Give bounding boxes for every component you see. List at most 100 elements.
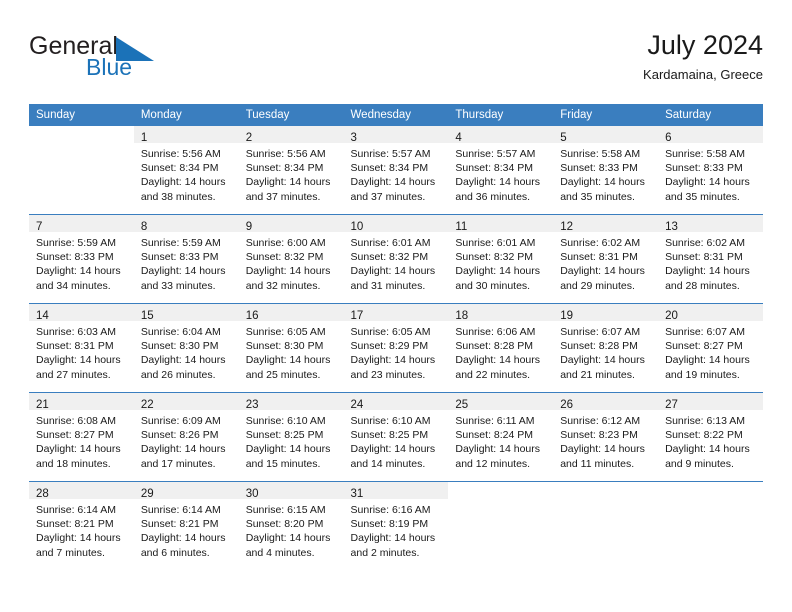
calendar-day-cell[interactable]: 16 Sunrise: 6:05 AM Sunset: 8:30 PM Dayligh… <box>238 303 344 393</box>
brand-logo[interactable]: General Blue <box>29 32 249 88</box>
daylight-text: Daylight: 14 hours <box>350 354 436 367</box>
calendar-day-cell[interactable]: 17 Sunrise: 6:05 AM Sunset: 8:29 PM Dayligh… <box>343 303 449 393</box>
day-number: 5 <box>560 132 567 144</box>
sunrise-text: Sunrise: 6:02 AM <box>665 237 746 249</box>
day-detail-block: Sunrise: 6:15 AM Sunset: 8:20 PM Daylight:… <box>239 499 344 560</box>
day-number: 1 <box>140 132 148 144</box>
calendar-day-cell[interactable]: 28 Sunrise: 6:14 AM Sunset: 8:21 PM Dayligh… <box>29 481 134 570</box>
day-number: 26 <box>560 399 574 411</box>
sunrise-text: Sunrise: 5:58 AM <box>665 148 746 160</box>
calendar-day-cell[interactable]: 1 Sunrise: 5:56 AM Sunset: 8:34 PM Daylight… <box>133 126 239 215</box>
calendar-day-cell[interactable]: 3 Sunrise: 5:57 AM Sunset: 8:34 PM Daylight… <box>343 126 449 215</box>
sunset-text: Sunset: 8:31 PM <box>665 251 743 264</box>
daylight-minutes-text: and 22 minutes. <box>455 368 531 381</box>
sunset-text: Sunset: 8:23 PM <box>560 429 638 442</box>
calendar-day-cell[interactable]: 19 Sunrise: 6:07 AM Sunset: 8:28 PM Dayligh… <box>553 303 659 393</box>
day-number-band: 26 <box>553 393 659 411</box>
sunset-text: Sunset: 8:22 PM <box>665 429 743 442</box>
calendar-day-cell[interactable]: 31 Sunrise: 6:16 AM Sunset: 8:19 PM Dayligh… <box>343 481 449 570</box>
day-detail-block: Sunrise: 6:03 AM Sunset: 8:31 PM Daylight:… <box>29 321 134 382</box>
calendar-day-cell[interactable]: 5 Sunrise: 5:58 AM Sunset: 8:33 PM Daylight… <box>553 126 659 215</box>
calendar-day-cell[interactable]: 10 Sunrise: 6:01 AM Sunset: 8:32 PM Dayligh… <box>343 214 449 304</box>
day-number-band: 22 <box>133 393 239 411</box>
calendar-day-cell[interactable]: 9 Sunrise: 6:00 AM Sunset: 8:32 PM Daylight… <box>238 214 344 304</box>
weekday-header-wednesday: Wednesday <box>343 104 449 126</box>
sunrise-text: Sunrise: 6:10 AM <box>245 415 326 427</box>
day-number: 30 <box>245 488 259 500</box>
calendar-day-cell[interactable]: 6 Sunrise: 5:58 AM Sunset: 8:33 PM Daylight… <box>658 126 763 215</box>
calendar-day-cell[interactable]: 21 Sunrise: 6:08 AM Sunset: 8:27 PM Dayligh… <box>29 392 134 482</box>
calendar-day-cell[interactable]: 12 Sunrise: 6:02 AM Sunset: 8:31 PM Dayligh… <box>553 214 659 304</box>
daylight-text: Daylight: 14 hours <box>350 532 436 545</box>
calendar-day-cell[interactable]: 29 Sunrise: 6:14 AM Sunset: 8:21 PM Dayligh… <box>133 481 239 570</box>
calendar-day-cell[interactable]: 24 Sunrise: 6:10 AM Sunset: 8:25 PM Dayligh… <box>343 392 449 482</box>
daylight-text: Daylight: 14 hours <box>350 443 436 456</box>
day-detail-block: Sunrise: 6:01 AM Sunset: 8:32 PM Daylight:… <box>344 232 449 293</box>
sunrise-text: Sunrise: 5:57 AM <box>350 148 431 160</box>
day-number-band: 9 <box>238 215 344 233</box>
day-detail-block: Sunrise: 6:05 AM Sunset: 8:30 PM Daylight:… <box>239 321 344 382</box>
calendar-day-cell-empty <box>29 126 134 215</box>
daylight-text: Daylight: 14 hours <box>140 265 226 278</box>
sunset-text: Sunset: 8:28 PM <box>455 340 534 353</box>
calendar-day-cell[interactable]: 11 Sunrise: 6:01 AM Sunset: 8:32 PM Dayligh… <box>448 214 554 304</box>
sunset-text: Sunset: 8:32 PM <box>455 251 534 264</box>
calendar-day-cell[interactable]: 26 Sunrise: 6:12 AM Sunset: 8:23 PM Dayligh… <box>553 392 659 482</box>
calendar-day-cell[interactable]: 15 Sunrise: 6:04 AM Sunset: 8:30 PM Dayligh… <box>133 303 239 393</box>
day-detail-block <box>658 499 763 503</box>
calendar-day-cell[interactable]: 23 Sunrise: 6:10 AM Sunset: 8:25 PM Dayligh… <box>238 392 344 482</box>
calendar-day-cell[interactable]: 8 Sunrise: 5:59 AM Sunset: 8:33 PM Daylight… <box>133 214 239 304</box>
daylight-text: Daylight: 14 hours <box>36 532 121 545</box>
calendar-day-cell[interactable]: 13 Sunrise: 6:02 AM Sunset: 8:31 PM Dayligh… <box>658 214 763 304</box>
day-number-band: 27 <box>658 393 763 411</box>
daylight-minutes-text: and 7 minutes. <box>36 546 105 559</box>
day-number-band: 13 <box>658 215 763 233</box>
daylight-text: Daylight: 14 hours <box>140 176 226 189</box>
calendar-day-cell[interactable]: 2 Sunrise: 5:56 AM Sunset: 8:34 PM Daylight… <box>238 126 344 215</box>
day-detail-block: Sunrise: 6:16 AM Sunset: 8:19 PM Daylight:… <box>344 499 449 560</box>
day-detail-block <box>29 143 134 147</box>
daylight-minutes-text: and 2 minutes. <box>350 546 420 559</box>
daylight-text: Daylight: 14 hours <box>350 265 436 278</box>
sunset-text: Sunset: 8:34 PM <box>350 162 429 175</box>
calendar-day-cell[interactable]: 14 Sunrise: 6:03 AM Sunset: 8:31 PM Dayligh… <box>29 303 134 393</box>
calendar-day-cell[interactable]: 20 Sunrise: 6:07 AM Sunset: 8:27 PM Dayligh… <box>658 303 763 393</box>
sunset-text: Sunset: 8:27 PM <box>665 340 743 353</box>
sunrise-text: Sunrise: 5:59 AM <box>140 237 221 249</box>
daylight-minutes-text: and 34 minutes. <box>36 279 111 292</box>
day-detail-block <box>553 499 658 503</box>
page-title: July 2024 <box>647 30 763 60</box>
sunrise-text: Sunrise: 6:03 AM <box>36 326 116 338</box>
calendar-day-cell[interactable]: 30 Sunrise: 6:15 AM Sunset: 8:20 PM Dayligh… <box>238 481 344 570</box>
day-number: 19 <box>560 310 574 322</box>
daylight-minutes-text: and 19 minutes. <box>665 368 740 381</box>
daylight-text: Daylight: 14 hours <box>36 265 121 278</box>
day-number-band: 18 <box>448 304 554 322</box>
daylight-text: Daylight: 14 hours <box>245 443 331 456</box>
day-detail-block: Sunrise: 5:57 AM Sunset: 8:34 PM Daylight:… <box>344 143 449 204</box>
sunrise-text: Sunrise: 6:01 AM <box>350 237 431 249</box>
calendar-day-cell[interactable]: 18 Sunrise: 6:06 AM Sunset: 8:28 PM Dayligh… <box>448 303 554 393</box>
calendar-day-cell[interactable]: 4 Sunrise: 5:57 AM Sunset: 8:34 PM Daylight… <box>448 126 554 215</box>
weekday-header-thursday: Thursday <box>448 104 554 126</box>
day-number-band: 2 <box>238 126 344 144</box>
day-detail-block: Sunrise: 6:02 AM Sunset: 8:31 PM Daylight:… <box>658 232 763 293</box>
sunset-text: Sunset: 8:33 PM <box>560 162 638 175</box>
day-number-band: 11 <box>448 215 554 233</box>
calendar-day-cell[interactable]: 22 Sunrise: 6:09 AM Sunset: 8:26 PM Dayligh… <box>133 392 239 482</box>
calendar-day-cell[interactable]: 25 Sunrise: 6:11 AM Sunset: 8:24 PM Dayligh… <box>448 392 554 482</box>
day-number: 27 <box>665 399 678 411</box>
day-number-band: 6 <box>658 126 763 144</box>
daylight-minutes-text: and 9 minutes. <box>665 457 734 470</box>
calendar-day-cell[interactable]: 7 Sunrise: 5:59 AM Sunset: 8:33 PM Daylight… <box>29 214 134 304</box>
brand-name-blue: Blue <box>86 54 133 80</box>
day-number-band: 7 <box>29 215 134 233</box>
daylight-minutes-text: and 18 minutes. <box>36 457 111 470</box>
sunrise-text: Sunrise: 6:05 AM <box>245 326 326 338</box>
day-detail-block: Sunrise: 6:11 AM Sunset: 8:24 PM Daylight:… <box>448 410 553 471</box>
day-detail-block: Sunrise: 5:59 AM Sunset: 8:33 PM Daylight:… <box>29 232 134 293</box>
calendar-day-cell[interactable]: 27 Sunrise: 6:13 AM Sunset: 8:22 PM Dayligh… <box>658 392 763 482</box>
sunset-text: Sunset: 8:19 PM <box>350 518 429 531</box>
day-number-band: 20 <box>658 304 763 322</box>
day-detail-block: Sunrise: 6:08 AM Sunset: 8:27 PM Daylight:… <box>29 410 134 471</box>
